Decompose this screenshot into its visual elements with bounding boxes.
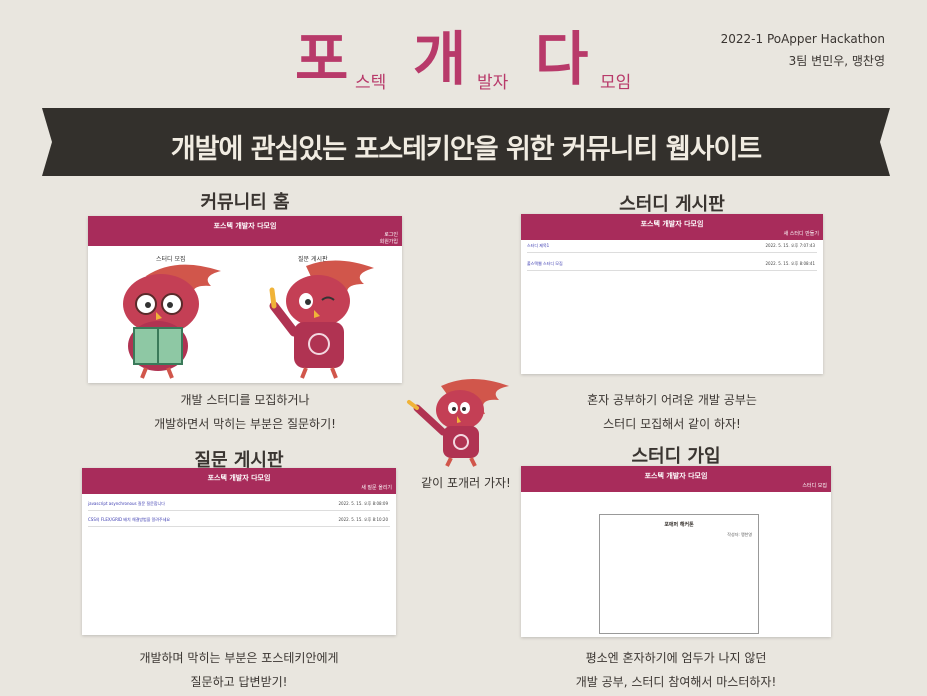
event-info: 2022-1 PoApper Hackathon 3팀 변민우, 맹찬영	[665, 28, 885, 72]
join-dialog-meta: 작성자: 맹찬영	[727, 532, 752, 537]
study-board-row-date: 2022. 5. 15. 오후 8:08:41	[765, 261, 816, 266]
study-board-row[interactable]: 풀스택웹 스터디 모집 2022. 5. 15. 오후 8:08:41	[527, 258, 817, 271]
home-caption-line1: 개발 스터디를 모집하거나	[180, 393, 310, 407]
study-board-caption: 혼자 공부하기 어려운 개발 공부는 스터디 모집해서 같이 하자!	[521, 388, 823, 436]
home-signup-link[interactable]: 회원가입	[380, 239, 398, 245]
qna-board-row[interactable]: CSS의 FLEX/GRID 배치 해결방법을 알려주세요 2022. 5. 1…	[88, 514, 390, 527]
study-board-screenshot: 포스텍 개발자 다모임 새 스터디 만들기 스터디 제목1 2022. 5. 1…	[521, 214, 823, 374]
home-caption-line2: 개발하면서 막히는 부분은 질문하기!	[154, 417, 336, 431]
title-sub-balja: 발자	[477, 73, 509, 93]
qna-board-row[interactable]: javascript asynchronous 질문 질문합니다 2022. 5…	[88, 498, 390, 511]
join-app-title: 포스텍 개발자 다모임	[644, 472, 708, 480]
qna-board-new-button[interactable]: 새 질문 올리기	[361, 485, 392, 492]
join-caption-line2: 개발 공부, 스터디 참여해서 마스터하자!	[575, 675, 777, 689]
study-board-row-title[interactable]: 스터디 제목1	[527, 243, 549, 248]
join-dialog-title: 포애퍼 해커톤	[664, 522, 694, 528]
qna-board-caption: 개발하며 막히는 부분은 포스테키안에게 질문하고 답변받기!	[82, 646, 396, 694]
title-char-gae: 개	[413, 25, 467, 93]
join-recruit-button[interactable]: 스터디 모집	[802, 483, 827, 490]
study-board-app-title: 포스텍 개발자 다모임	[640, 220, 704, 228]
qna-board-row-date: 2022. 5. 15. 오후 8:10:20	[338, 517, 389, 522]
mascot-reading-icon	[123, 264, 221, 379]
home-section-title: 커뮤니티 홈	[200, 192, 290, 213]
join-app-bar: 포스텍 개발자 다모임 스터디 모집	[521, 466, 831, 492]
title-sub-stech: 스텍	[355, 73, 387, 93]
join-caption: 평소엔 혼자하기에 엄두가 나지 않던 개발 공부, 스터디 참여해서 마스터하…	[521, 646, 831, 694]
qna-board-app-bar: 포스텍 개발자 다모임 새 질문 올리기	[82, 468, 396, 494]
mascot-pointing-up-icon	[269, 260, 374, 379]
study-board-row[interactable]: 스터디 제목1 2022. 5. 15. 오후 7:07:43	[527, 240, 817, 253]
banner: 개발에 관심있는 포스테키안을 위한 커뮤니티 웹사이트	[42, 108, 890, 176]
title-char-da: 다	[535, 25, 589, 93]
qna-board-caption-line2: 질문하고 답변받기!	[190, 675, 288, 689]
study-board-new-button[interactable]: 새 스터디 만들기	[784, 231, 819, 238]
title-char-po: 포	[295, 25, 349, 93]
join-screenshot: 포스텍 개발자 다모임 스터디 모집 포애퍼 해커톤 작성자: 맹찬영	[521, 466, 831, 637]
title-sub-moim: 모임	[600, 73, 632, 93]
home-caption: 개발 스터디를 모집하거나 개발하면서 막히는 부분은 질문하기!	[88, 388, 402, 436]
join-caption-line1: 평소엔 혼자하기에 엄두가 나지 않던	[585, 651, 767, 665]
join-section-title: 스터디 가입	[631, 446, 721, 467]
study-board-row-date: 2022. 5. 15. 오후 7:07:43	[765, 243, 816, 248]
qna-board-row-title[interactable]: javascript asynchronous 질문 질문합니다	[88, 501, 165, 506]
study-board-section-title: 스터디 게시판	[619, 194, 725, 215]
home-app-bar: 포스텍 개발자 다모임 로그인 회원가입	[88, 216, 402, 246]
banner-text: 개발에 관심있는 포스테키안을 위한 커뮤니티 웹사이트	[170, 134, 762, 165]
center-caption: 같이 포개러 가자!	[421, 476, 511, 490]
home-screenshot: 포스텍 개발자 다모임 로그인 회원가입 스터디 모집 질문 게시판	[88, 216, 402, 383]
qna-board-screenshot: 포스텍 개발자 다모임 새 질문 올리기 javascript asynchro…	[82, 468, 396, 635]
qna-board-row-title[interactable]: CSS의 FLEX/GRID 배치 해결방법을 알려주세요	[88, 517, 170, 522]
study-board-row-title[interactable]: 풀스택웹 스터디 모집	[527, 261, 563, 266]
qna-board-caption-line1: 개발하며 막히는 부분은 포스테키안에게	[139, 651, 339, 665]
study-board-caption-line1: 혼자 공부하기 어려운 개발 공부는	[587, 393, 757, 407]
study-board-app-bar: 포스텍 개발자 다모임 새 스터디 만들기	[521, 214, 823, 240]
home-auth-links: 로그인 회원가입	[380, 232, 398, 246]
study-board-caption-line2: 스터디 모집해서 같이 하자!	[603, 417, 741, 431]
home-app-title: 포스텍 개발자 다모임	[213, 222, 277, 230]
event-name: 2022-1 PoApper Hackathon	[720, 32, 885, 46]
join-dialog: 포애퍼 해커톤 작성자: 맹찬영	[599, 514, 759, 634]
mascot-pointing-icon	[407, 379, 509, 467]
team-name: 3팀 변민우, 맹찬영	[788, 54, 885, 68]
home-login-link[interactable]: 로그인	[384, 232, 398, 238]
qna-board-app-title: 포스텍 개발자 다모임	[207, 474, 271, 482]
qna-board-row-date: 2022. 5. 15. 오후 8:08:09	[338, 501, 389, 506]
main-title: 포 스텍 개 발자 다 모임	[295, 20, 655, 100]
